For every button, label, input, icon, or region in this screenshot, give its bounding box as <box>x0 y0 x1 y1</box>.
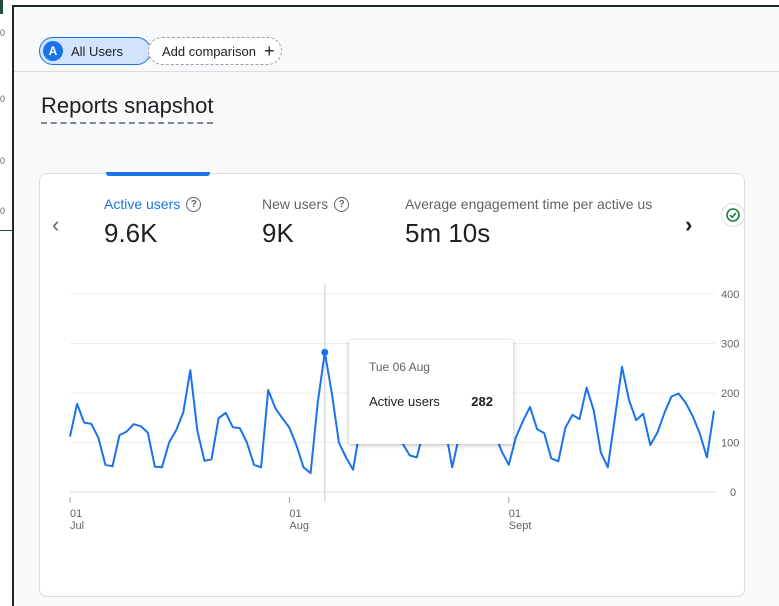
plus-icon: + <box>263 41 275 61</box>
y-tick-label: 400 <box>721 289 739 301</box>
metrics-card: ‹ › Active users? 9.6K New users? 9K Ave… <box>39 172 745 597</box>
background-axis-tick: 0 <box>0 94 6 104</box>
all-users-label: All Users <box>71 43 124 59</box>
background-frame-line <box>0 0 3 14</box>
segment-avatar: A <box>43 41 63 61</box>
background-axis-strip: 0 0 0 0 <box>0 0 12 606</box>
x-tick-month: Aug <box>289 520 309 532</box>
background-axis-tick: 0 <box>0 28 6 38</box>
x-tick-month: Sept <box>509 520 532 532</box>
background-axis-tick: 0 <box>0 156 6 166</box>
highlight-point <box>321 348 329 356</box>
background-axis-tick: 0 <box>0 206 6 216</box>
tooltip-date: Tue 06 Aug <box>369 360 430 374</box>
add-comparison-button[interactable]: Add comparison + <box>148 37 282 65</box>
x-tick-day: 01 <box>289 508 301 520</box>
x-tick-day: 01 <box>509 508 521 520</box>
y-tick-label: 100 <box>721 438 739 450</box>
x-tick-day: 01 <box>70 508 82 520</box>
y-tick-label: 200 <box>721 388 739 400</box>
comparison-bar: A All Users Add comparison + <box>14 7 779 72</box>
chart-tooltip: Tue 06 Aug Active users 282 <box>349 340 513 444</box>
y-tick-label: 300 <box>721 339 739 351</box>
add-comparison-label: Add comparison <box>162 43 256 59</box>
all-users-chip[interactable]: A All Users <box>39 37 151 65</box>
report-panel: A All Users Add comparison + Reports sna… <box>12 5 779 606</box>
page-title: Reports snapshot <box>41 93 214 124</box>
tooltip-metric-value: 282 <box>471 394 493 409</box>
tooltip-metric-label: Active users <box>369 394 440 409</box>
x-tick-month: Jul <box>70 520 84 532</box>
y-tick-label: 0 <box>730 487 736 499</box>
